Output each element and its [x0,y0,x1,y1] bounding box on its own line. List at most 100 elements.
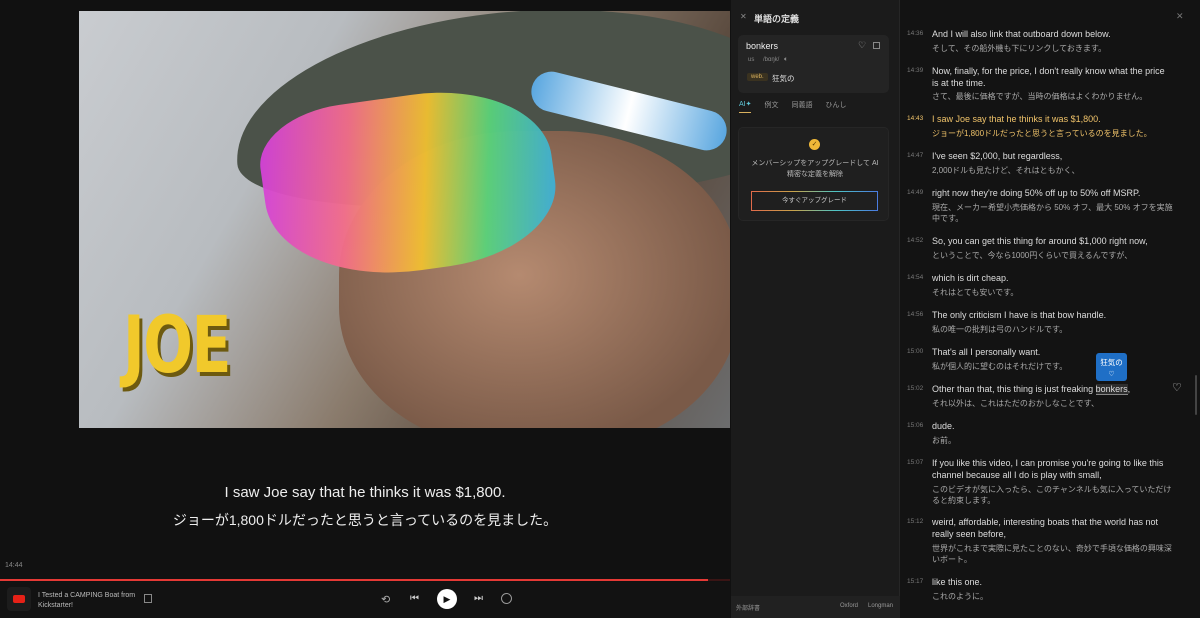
english-text: dude. [932,421,955,431]
english-text: I've seen $2,000, but regardless, [932,151,1063,161]
line-english: like this one. [932,576,1172,588]
line-english: I saw Joe say that he thinks it was $1,8… [932,113,1172,125]
line-time[interactable]: 14:39 [907,67,923,74]
line-time[interactable]: 14:47 [907,152,923,159]
line-japanese: 私が個人的に望むのはそれだけです。 [932,362,1068,371]
speaker-icon[interactable]: 🔈︎ [784,56,788,64]
tab-examples[interactable]: 例文 [764,100,778,113]
tab-ai[interactable]: AI✦ [739,100,752,113]
definition-panel: ✕ 単語の定義 bonkers ♡ us /bɑŋk/ 🔈︎ web. 狂気の … [731,0,900,618]
speed-icon[interactable] [501,593,512,604]
longman-link[interactable]: Longman [868,603,893,609]
pos-badge: web. [747,73,768,81]
tab-pos[interactable]: ひんし [825,100,846,113]
player-bar: I Tested a CAMPING Boat from Kickstarter… [0,582,730,618]
upgrade-button[interactable]: 今すぐアップグレード [751,191,878,211]
favorite-line-icon[interactable]: ♡ [1172,381,1182,394]
line-time[interactable]: 14:52 [907,237,923,244]
video-overlay-text: JOE [123,301,231,391]
current-time: 14:44 [5,562,23,569]
english-text: That's all I personally want. [932,347,1041,357]
oxford-link[interactable]: Oxford [840,603,858,609]
line-japanese: ジョーが1,800ドルだったと思うと言っているのを見ました。 [932,129,1152,138]
line-time[interactable]: 15:17 [907,578,923,585]
favorite-icon[interactable]: ♡ [858,40,866,51]
english-text: weird, affordable, interesting boats tha… [932,517,1158,539]
previous-icon[interactable]: ⏮ [410,593,419,604]
line-time[interactable]: 15:12 [907,518,923,525]
transcript-panel: ✕ 14:36 And I will also link that outboa… [900,0,1200,618]
english-text: So, you can get this thing for around $1… [932,236,1148,246]
english-text: And I will also link that outboard down … [932,29,1111,39]
english-text: I saw Joe say that he thinks it was $1,8… [932,114,1101,124]
badge-check-icon: ✓ [809,139,820,150]
line-time[interactable]: 14:56 [907,311,923,318]
tab-synonyms[interactable]: 同義語 [791,100,812,113]
line-english: So, you can get this thing for around $1… [932,235,1172,247]
line-time[interactable]: 15:07 [907,459,923,466]
upgrade-text: メンバーシップをアップグレードして AI 精密な定義を解除 [751,160,879,178]
punctuation: , [1127,384,1131,394]
line-japanese: 現在、メーカー希望小売価格から 50% オフ、最大 50% オフを実施中です。 [932,203,1173,223]
external-dictionary[interactable]: 外部辞書 [736,603,760,612]
line-english: I've seen $2,000, but regardless, [932,150,1172,162]
line-english: That's all I personally want. [932,346,1172,358]
line-time[interactable]: 15:06 [907,422,923,429]
tooltip-meaning: 狂気の [1100,358,1123,367]
line-time[interactable]: 14:43 [907,115,923,122]
tooltip-heart-icon[interactable]: ♡ [1096,370,1127,378]
line-japanese: さて、最後に価格ですが、当時の価格はよくわかりません。 [932,92,1148,101]
meaning: 狂気の [772,74,795,83]
line-english: dude. [932,420,1172,432]
english-text: If you like this video, I can promise yo… [932,458,1164,480]
open-external-icon[interactable] [144,594,152,603]
progress-fill [0,579,709,581]
line-japanese: 2,000ドルも見たけど、それはともかく、 [932,166,1080,175]
close-transcript-icon[interactable]: ✕ [1176,11,1184,22]
subtitle-japanese: ジョーが1,800ドルだったと思うと言っているのを見ました。 [172,512,558,528]
progress-bar[interactable] [0,579,730,581]
phonetic: /bɑŋk/ [763,57,780,63]
line-english: And I will also link that outboard down … [932,28,1172,40]
line-time[interactable]: 14:49 [907,189,923,196]
english-text: like this one. [932,577,983,587]
close-icon[interactable]: ✕ [740,12,747,21]
video-title: I Tested a CAMPING Boat from Kickstarter… [38,592,136,609]
youtube-icon [7,587,31,611]
line-japanese: お前。 [932,436,956,445]
line-japanese: 私の唯一の批判は弓のハンドルです。 [932,325,1068,334]
dictionary-footer: 外部辞書 Oxford Longman [731,596,900,618]
panel-title: 単語の定義 [754,14,800,24]
loop-icon[interactable]: ⟲ [381,593,390,606]
selected-word[interactable]: bonkers [1095,384,1128,395]
line-japanese: それ以外は、これはただのおかしなことです、 [932,399,1099,408]
line-japanese: このビデオが気に入ったら、このチャンネルも気に入っていただけると約束します。 [932,485,1172,505]
line-english: Now, finally, for the price, I don't rea… [932,65,1172,89]
word: bonkers [746,41,779,51]
play-button[interactable]: ▶ [437,589,457,609]
english-text: Other than that, this thing is just frea… [932,384,1094,394]
english-text: right now they're doing 50% off up to 50… [932,188,1141,198]
line-time[interactable]: 14:36 [907,30,923,37]
english-text: Now, finally, for the price, I don't rea… [932,66,1165,88]
line-english: weird, affordable, interesting boats tha… [932,516,1172,540]
line-japanese: そして、その船外機も下にリンクしておきます。 [932,44,1107,53]
line-japanese: これのように。 [932,592,988,601]
line-time[interactable]: 14:54 [907,274,923,281]
definition-tabs: AI✦ 例文 同義語 ひんし [739,100,846,113]
line-time[interactable]: 15:02 [907,385,923,392]
line-english: which is dirt cheap. [932,272,1172,284]
region: us [748,57,755,63]
edit-icon[interactable] [873,42,880,49]
word-tooltip[interactable]: 狂気の ♡ [1096,353,1127,381]
line-english: If you like this video, I can promise yo… [932,457,1172,481]
line-english: The only criticism I have is that bow ha… [932,309,1172,321]
upgrade-card: ✓ メンバーシップをアップグレードして AI 精密な定義を解除 今すぐアップグレ… [738,127,889,221]
video-frame[interactable]: JOE [79,11,730,428]
english-text: The only criticism I have is that bow ha… [932,310,1107,320]
next-icon[interactable]: ⏭ [474,593,483,604]
line-japanese: それはとても安いです。 [932,288,1019,297]
word-card: bonkers ♡ us /bɑŋk/ 🔈︎ web. 狂気の [738,35,889,93]
scrollbar[interactable] [1195,375,1197,415]
line-time[interactable]: 15:00 [907,348,923,355]
